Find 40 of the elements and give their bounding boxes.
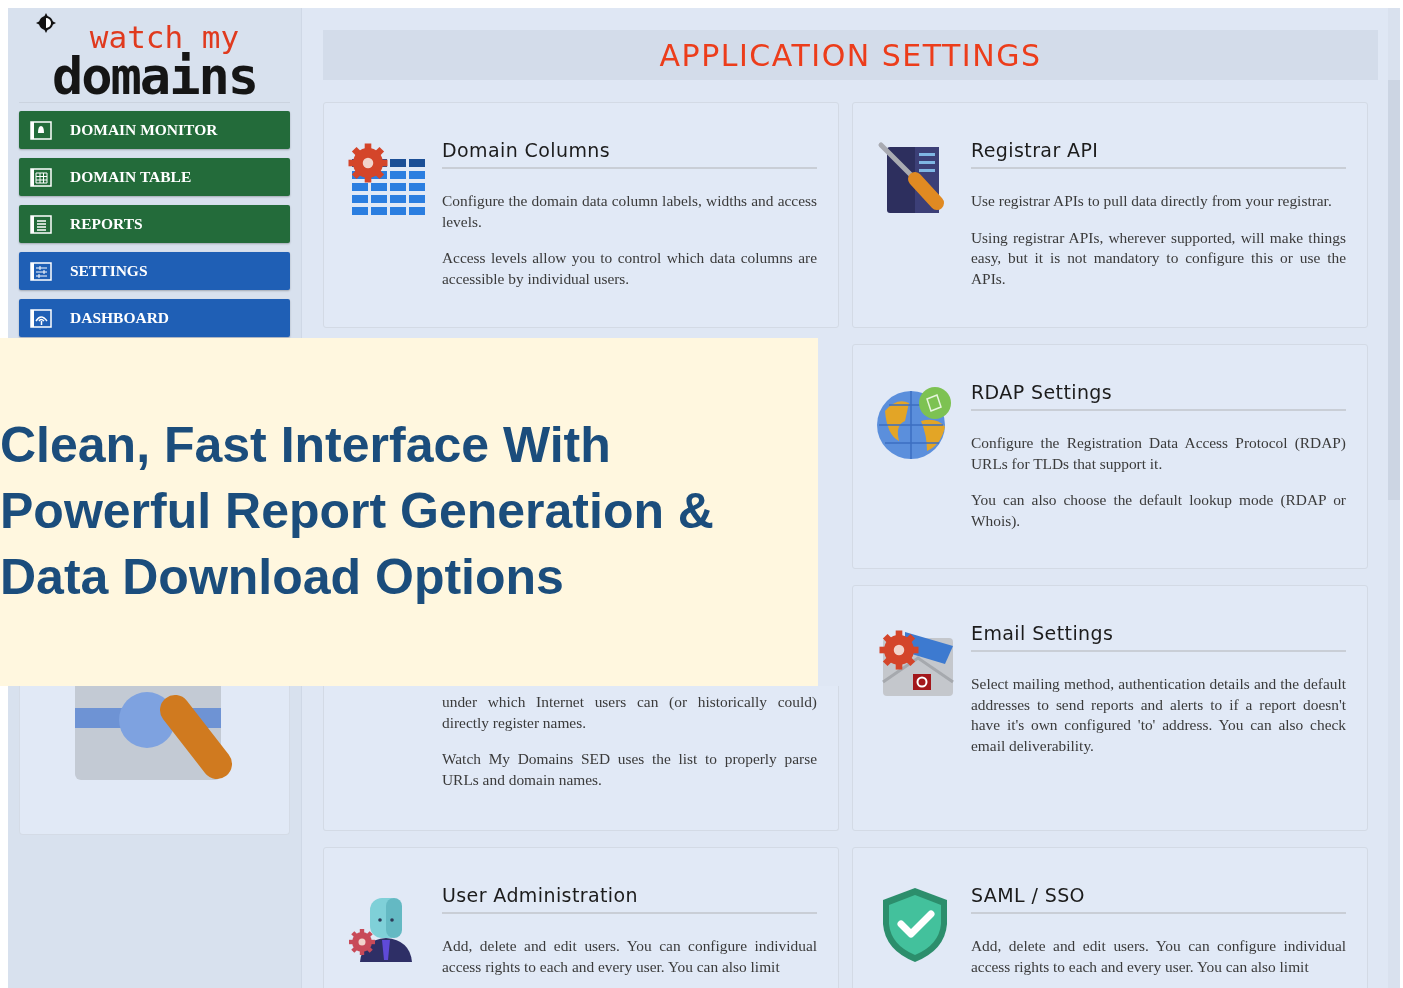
banner-headline: Clean, Fast Interface With Powerful Report Generation & Data Download Options xyxy=(0,416,715,607)
card-title: Registrar API xyxy=(971,139,1346,169)
nav-button[interactable]: DOMAIN MONITOR xyxy=(19,111,290,149)
settings-card[interactable]: Registrar API Use registrar APIs to pull data directly from your registrar. Using registrar APIs, wherever supported, will make things easy, but it is not mandatory to configure this or use the APIs. xyxy=(852,102,1368,328)
settings-card[interactable]: SAML / SSO Add, delete and edit users. You can configure individual access rights to each and every user. You can also limit xyxy=(852,847,1368,988)
page-title: APPLICATION SETTINGS xyxy=(659,37,1042,73)
card-description: Configure the domain data column labels, widths and access levels. xyxy=(442,191,817,232)
logo-text: watch my xyxy=(89,22,240,52)
settings-card[interactable]: RDAP Settings Configure the Registration Data Access Protocol (RDAP) URLs for TLDs that support it. You can also choose the default lookup mode (RDAP or Whois). xyxy=(852,344,1368,569)
nav-icon xyxy=(30,214,52,234)
card-description: Configure the Registration Data Access Protocol (RDAP) URLs for TLDs that support it. xyxy=(971,433,1346,474)
settings-card[interactable]: User Administration Add, delete and edit users. You can configure individual access rights to each and every user. You can also limit xyxy=(323,847,839,988)
theme-toggle-icon[interactable] xyxy=(35,12,57,34)
nav-icon xyxy=(30,261,52,281)
nav-icon xyxy=(30,308,52,328)
nav-button[interactable]: DOMAIN TABLE xyxy=(19,158,290,196)
card-description: Watch My Domains SED uses the list to properly parse URLs and domain names. xyxy=(442,749,817,790)
nav-button[interactable]: SETTINGS xyxy=(19,252,290,290)
card-title: RDAP Settings xyxy=(971,381,1346,411)
scrollbar-thumb[interactable] xyxy=(1388,80,1400,500)
card-description: Add, delete and edit users. You can configure individual access rights to each and every user. You can also limit xyxy=(971,936,1346,977)
nav-button[interactable]: REPORTS xyxy=(19,205,290,243)
card-title: Domain Columns xyxy=(442,139,817,169)
card-description: under which Internet users can (or historically could) directly register names. xyxy=(442,692,817,733)
card-description: Add, delete and edit users. You can configure individual access rights to each and every user. You can also limit xyxy=(442,936,817,977)
card-description: Using registrar APIs, wherever supported, will make things easy, but it is not mandatory to configure this or use the APIs. xyxy=(971,227,1346,289)
nav-icon xyxy=(30,120,52,140)
settings-card[interactable]: Domain Columns Configure the domain data column labels, widths and access levels. Access levels allow you to control which data columns are accessible by individual users. xyxy=(323,102,839,328)
card-title: Email Settings xyxy=(971,622,1346,652)
nav-icon xyxy=(30,167,52,187)
nav-button[interactable]: DASHBOARD xyxy=(19,299,290,337)
card-description: You can also choose the default lookup mode (RDAP or Whois). xyxy=(971,490,1346,531)
card-title: User Administration xyxy=(442,884,817,914)
settings-card[interactable] xyxy=(852,585,1368,831)
settings-card[interactable]: under which Internet users can (or historically could) directly register names. Watch My Domains SED uses the list to properly parse URLs and domain names. xyxy=(323,686,839,831)
card-title: SAML / SSO xyxy=(971,884,1346,914)
logo-text: domains xyxy=(51,52,258,100)
card-description: Use registrar APIs to pull data directly from your registrar. xyxy=(971,191,1333,211)
card-description: Select mailing method, authentication details and the default addresses to send reports and alerts to if a report doesn't have it's own configured 'to' address. You can also check email deliverability. xyxy=(971,674,1346,756)
card-description: Access levels allow you to control which data columns are accessible by individual users. xyxy=(442,248,817,289)
